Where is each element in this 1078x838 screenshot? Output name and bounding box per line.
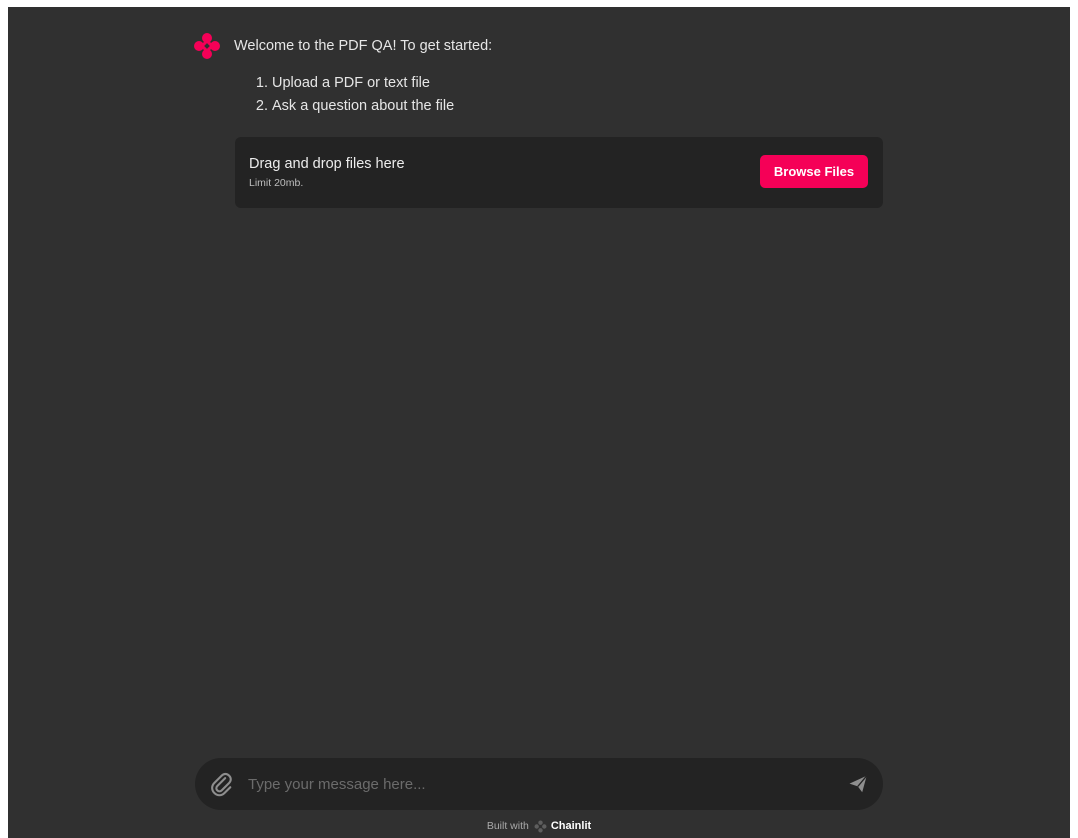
chat-window: Welcome to the PDF QA! To get started: U… — [8, 7, 1070, 838]
browse-files-button[interactable]: Browse Files — [760, 155, 868, 188]
footer: Built with Chainlit — [8, 818, 1070, 834]
attach-file-button[interactable] — [208, 771, 234, 797]
chainlit-logo-icon — [193, 32, 221, 60]
instruction-step: Ask a question about the file — [272, 95, 454, 118]
built-with-label: Built with — [486, 820, 529, 832]
dropzone-title: Drag and drop files here — [249, 156, 405, 172]
instruction-step: Upload a PDF or text file — [272, 72, 454, 95]
instruction-list: Upload a PDF or text file Ask a question… — [234, 72, 454, 118]
chainlit-logo-icon — [534, 820, 547, 833]
chainlit-brand-link[interactable]: Chainlit — [534, 818, 591, 834]
send-icon — [847, 773, 869, 795]
file-size-limit: Limit 20mb. — [249, 177, 304, 189]
paperclip-icon — [208, 771, 234, 797]
message-input[interactable] — [248, 772, 808, 796]
message-composer — [195, 758, 883, 810]
file-dropzone[interactable]: Drag and drop files here Limit 20mb. Bro… — [235, 137, 883, 208]
send-button[interactable] — [847, 773, 869, 795]
welcome-message: Welcome to the PDF QA! To get started: — [234, 38, 493, 54]
chainlit-brand-name: Chainlit — [550, 820, 592, 832]
